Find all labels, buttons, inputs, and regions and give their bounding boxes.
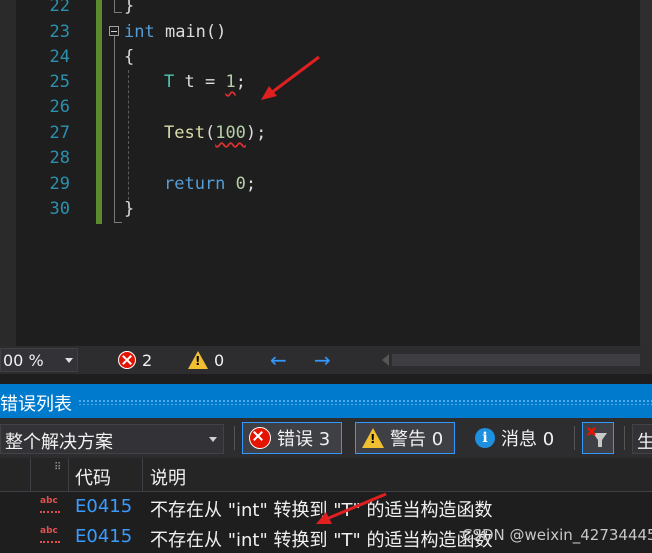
build-source-value: 生 [637, 432, 652, 453]
error-list-toolbar: 整个解决方案 错误 3 ! 警告 0 i 消息 0 生 [0, 418, 652, 458]
line-number: 25 [49, 72, 70, 92]
line-number: 26 [49, 97, 70, 117]
zoom-dropdown[interactable]: 00 % [0, 348, 78, 372]
navigate-forward-icon[interactable]: → [314, 348, 331, 372]
code-text: return 0; [164, 174, 257, 194]
line-number: 27 [49, 123, 70, 143]
code-line-27: 27 Test(100); [0, 121, 640, 146]
zoom-level: 00 % [3, 351, 44, 370]
errors-filter-button[interactable]: 错误 3 [242, 422, 342, 454]
warning-icon: ! [188, 351, 208, 369]
line-number: 28 [49, 148, 70, 168]
column-header-code[interactable]: 代码 [75, 464, 111, 490]
messages-filter-label: 消息 0 [501, 429, 555, 450]
watermark-text: CSDN @weixin_42734445 [462, 526, 652, 544]
code-line-23: 23 int main() [0, 20, 640, 45]
error-icon [118, 351, 136, 369]
filter-icon [587, 427, 607, 447]
title-grip [78, 399, 652, 405]
column-header-description[interactable]: 说明 [150, 464, 186, 490]
filter-toggle-button[interactable] [582, 422, 614, 454]
toolbar-separator [574, 426, 575, 450]
error-list-header: ⠿ 代码 说明 [0, 458, 652, 492]
code-line-29: 29 return 0; [0, 172, 640, 197]
sort-grip-icon[interactable]: ⠿ [54, 462, 61, 473]
column-separator[interactable] [142, 458, 143, 492]
chevron-down-icon [65, 358, 73, 363]
warnings-filter-label: 警告 0 [390, 429, 444, 450]
info-icon: i [475, 428, 495, 448]
code-line-30: 30 } [0, 197, 640, 222]
code-text: } [124, 0, 135, 16]
warning-count-indicator[interactable]: ! 0 [188, 349, 224, 371]
annotation-arrow-icon [261, 55, 320, 100]
panel-title: 错误列表 [0, 394, 72, 415]
spell-error-icon: abc [40, 496, 60, 513]
error-icon [249, 427, 271, 449]
warnings-filter-button[interactable]: ! 警告 0 [355, 422, 455, 454]
error-code-link[interactable]: E0415 [75, 526, 132, 547]
fold-guide-end [114, 222, 122, 223]
errors-filter-label: 错误 3 [277, 429, 331, 450]
warning-count: 0 [214, 350, 225, 370]
editor-status-bar: 00 % 2 ! 0 ← → [0, 346, 652, 374]
scope-value: 整个解决方案 [5, 432, 113, 453]
error-description: 不存在从 "int" 转换到 "T" 的适当构造函数 [150, 530, 493, 551]
code-text: Test(100); [164, 123, 267, 143]
line-number: 30 [49, 199, 70, 219]
toolbar-separator [624, 426, 625, 450]
error-count: 2 [142, 350, 153, 370]
code-text: int main() [124, 22, 227, 42]
column-separator[interactable] [68, 458, 69, 492]
line-number: 29 [49, 174, 70, 194]
column-separator[interactable] [30, 458, 31, 492]
annotation-arrow-icon [316, 492, 387, 524]
error-squiggle[interactable]: 100 [215, 123, 246, 143]
spell-error-icon: abc [40, 526, 60, 543]
horizontal-scrollbar[interactable] [392, 354, 640, 366]
error-count-indicator[interactable]: 2 [118, 349, 152, 371]
vertical-scrollbar[interactable] [640, 0, 652, 346]
line-number: 22 [49, 0, 70, 16]
scroll-left-icon[interactable] [382, 354, 389, 366]
code-text: T t = 1; [164, 72, 246, 92]
code-text: } [124, 199, 135, 219]
error-code-link[interactable]: E0415 [75, 496, 132, 517]
error-squiggle[interactable]: 1 [225, 72, 235, 92]
line-number: 24 [49, 47, 70, 67]
build-source-dropdown[interactable]: 生 [632, 424, 652, 454]
line-number: 23 [49, 22, 70, 42]
chevron-down-icon [209, 437, 217, 442]
toolbar-separator [234, 426, 235, 450]
warning-icon: ! [362, 428, 384, 448]
code-text: { [124, 47, 135, 67]
messages-filter-button[interactable]: i 消息 0 [468, 422, 568, 454]
code-line-28: 28 [0, 146, 640, 171]
scope-dropdown[interactable]: 整个解决方案 [0, 424, 224, 454]
code-line-22: 22 } [0, 0, 640, 19]
error-list-title-bar[interactable]: 错误列表 [0, 384, 652, 418]
code-editor[interactable]: 22 } 23 int main() 24 { 25 T t = 1; 26 2… [0, 0, 652, 346]
navigate-back-icon[interactable]: ← [270, 348, 287, 372]
